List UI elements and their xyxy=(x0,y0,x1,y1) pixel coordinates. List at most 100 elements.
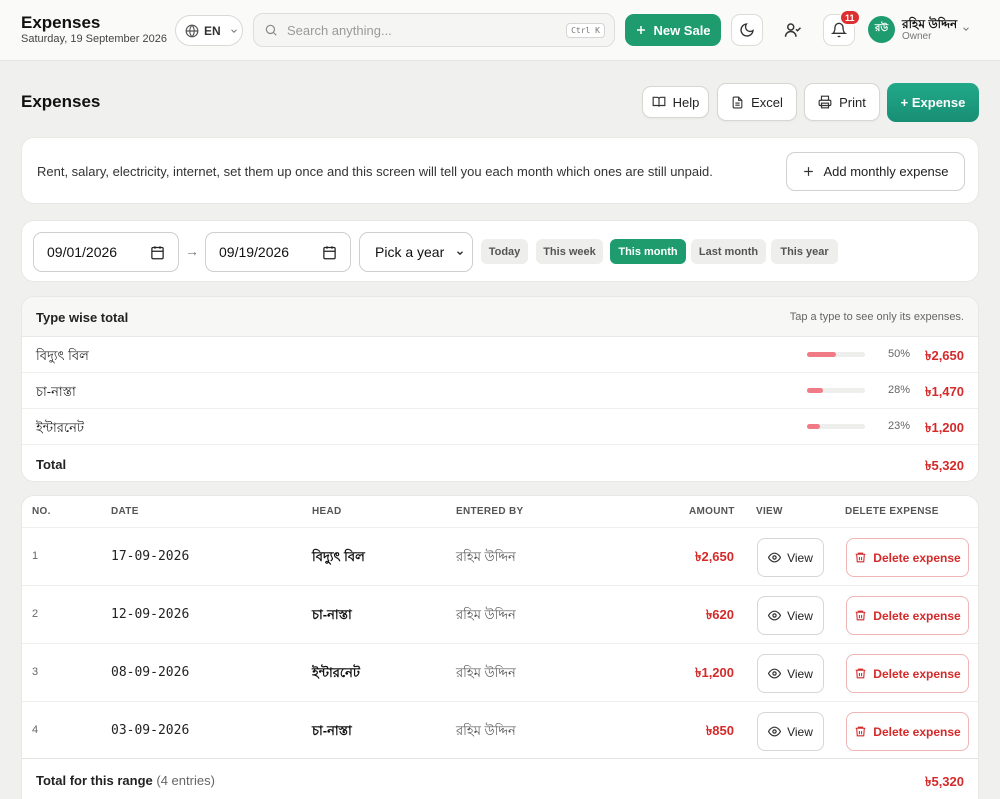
year-select[interactable]: Pick a year xyxy=(359,232,473,272)
search-shortcut: Ctrl K xyxy=(566,23,605,38)
type-total-amount: ৳5,320 xyxy=(924,458,964,473)
trash-icon xyxy=(855,610,866,621)
trash-icon xyxy=(855,552,866,563)
chip-this-week[interactable]: This week xyxy=(536,239,603,264)
view-label: View xyxy=(787,550,813,565)
column-header-delete: DELETE EXPENSE xyxy=(845,506,939,517)
type-name: বিদ্যুৎ বিল xyxy=(36,348,89,363)
new-sale-button[interactable]: New Sale xyxy=(625,14,721,46)
type-total-label: Total xyxy=(36,457,67,472)
range-entry-count: (4 entries) xyxy=(156,773,215,788)
theme-toggle-button[interactable] xyxy=(731,14,763,46)
notification-badge: 11 xyxy=(839,9,861,26)
type-share-fill xyxy=(807,388,824,393)
current-date: Saturday, 19 September 2026 xyxy=(21,33,167,45)
range-total-label: Total for this range (4 entries) xyxy=(36,773,215,788)
row-entered-by: রহিম উদ্দিন xyxy=(456,607,516,622)
table-footer: Total for this range (4 entries) ৳5,320 xyxy=(22,758,978,798)
view-button[interactable]: View xyxy=(757,712,824,751)
eye-icon xyxy=(768,668,782,679)
avatar[interactable]: রউ xyxy=(868,16,895,43)
calendar-icon[interactable] xyxy=(322,245,337,260)
date-filter-card: 09/01/2026 → 09/19/2026 Pick a year Toda… xyxy=(21,220,979,282)
table-row: 2 12-09-2026 চা-নাস্তা রহিম উদ্দিন ৳620 … xyxy=(22,585,978,643)
column-header-amount: AMOUNT xyxy=(689,506,735,517)
row-date: 08-09-2026 xyxy=(111,665,190,680)
type-share-fill xyxy=(807,424,821,429)
chip-today[interactable]: Today xyxy=(481,239,528,264)
type-name: ইন্টারনেট xyxy=(36,420,84,435)
row-date: 03-09-2026 xyxy=(111,723,190,738)
delete-expense-button[interactable]: Delete expense xyxy=(846,596,969,635)
row-number: 4 xyxy=(32,724,39,736)
delete-label: Delete expense xyxy=(873,724,961,739)
type-row[interactable]: বিদ্যুৎ বিল 50% ৳2,650 xyxy=(22,337,978,373)
type-percent: 23% xyxy=(887,420,910,432)
trash-icon xyxy=(855,668,866,679)
type-totals-header: Type wise total Tap a type to see only i… xyxy=(22,297,978,337)
add-monthly-label: Add monthly expense xyxy=(823,164,949,179)
user-role: Owner xyxy=(902,31,932,42)
chevron-down-icon xyxy=(457,251,463,256)
row-number: 2 xyxy=(32,608,39,620)
type-total-row: Total ৳5,320 xyxy=(22,446,978,481)
table-row: 3 08-09-2026 ইন্টারনেট রহিম উদ্দিন ৳1,20… xyxy=(22,643,978,701)
add-expense-button[interactable]: + Expense xyxy=(887,83,979,122)
row-amount: ৳1,200 xyxy=(694,665,734,680)
to-date-input[interactable]: 09/19/2026 xyxy=(205,232,351,272)
type-row[interactable]: চা-নাস্তা 28% ৳1,470 xyxy=(22,373,978,409)
recurring-info-text: Rent, salary, electricity, internet, set… xyxy=(37,164,713,179)
row-date: 17-09-2026 xyxy=(111,549,190,564)
type-row[interactable]: ইন্টারনেট 23% ৳1,200 xyxy=(22,409,978,445)
plus-icon xyxy=(804,167,814,176)
delete-label: Delete expense xyxy=(873,550,961,565)
view-button[interactable]: View xyxy=(757,538,824,577)
row-head: ইন্টারনেট xyxy=(312,665,360,680)
help-button[interactable]: Help xyxy=(642,86,709,118)
view-label: View xyxy=(787,666,813,681)
range-arrow: → xyxy=(185,243,199,259)
chip-last-month[interactable]: Last month xyxy=(691,239,766,264)
row-head: চা-নাস্তা xyxy=(312,607,352,622)
user-check-button[interactable] xyxy=(777,14,809,46)
from-date-input[interactable]: 09/01/2026 xyxy=(33,232,179,272)
type-share-bar xyxy=(807,352,865,357)
delete-expense-button[interactable]: Delete expense xyxy=(846,654,969,693)
row-number: 3 xyxy=(32,666,39,678)
excel-button[interactable]: Excel xyxy=(717,83,797,121)
eye-icon xyxy=(768,726,782,737)
from-date-value: 09/01/2026 xyxy=(47,244,118,260)
view-label: View xyxy=(787,724,813,739)
chevron-down-icon xyxy=(230,28,237,33)
page-title: Expenses xyxy=(21,92,101,111)
row-entered-by: রহিম উদ্দিন xyxy=(456,665,516,680)
view-button[interactable]: View xyxy=(757,596,824,635)
delete-expense-button[interactable]: Delete expense xyxy=(846,712,969,751)
view-button[interactable]: View xyxy=(757,654,824,693)
view-label: View xyxy=(787,608,813,623)
row-date: 12-09-2026 xyxy=(111,607,190,622)
help-label: Help xyxy=(672,94,700,110)
column-header-view: VIEW xyxy=(756,506,783,517)
type-totals-hint: Tap a type to see only its expenses. xyxy=(789,311,964,323)
calendar-icon[interactable] xyxy=(150,245,165,260)
print-label: Print xyxy=(839,94,866,110)
chevron-down-icon[interactable] xyxy=(961,24,971,34)
language-selector[interactable]: EN xyxy=(175,15,243,46)
chip-this-month[interactable]: This month xyxy=(610,239,686,264)
search-input[interactable]: Search anything... Ctrl K xyxy=(253,13,615,47)
row-head: চা-নাস্তা xyxy=(312,723,352,738)
type-percent: 28% xyxy=(887,384,910,396)
trash-icon xyxy=(855,726,866,737)
user-check-icon xyxy=(784,23,802,37)
add-monthly-expense-button[interactable]: Add monthly expense xyxy=(786,152,965,191)
delete-expense-button[interactable]: Delete expense xyxy=(846,538,969,577)
row-head: বিদ্যুৎ বিল xyxy=(312,549,365,564)
year-select-value: Pick a year xyxy=(375,244,445,260)
excel-label: Excel xyxy=(751,94,783,110)
print-button[interactable]: Print xyxy=(804,83,880,121)
language-label: EN xyxy=(204,23,221,38)
chip-this-year[interactable]: This year xyxy=(771,239,838,264)
type-totals-title: Type wise total xyxy=(36,310,129,325)
type-share-fill xyxy=(807,352,836,357)
